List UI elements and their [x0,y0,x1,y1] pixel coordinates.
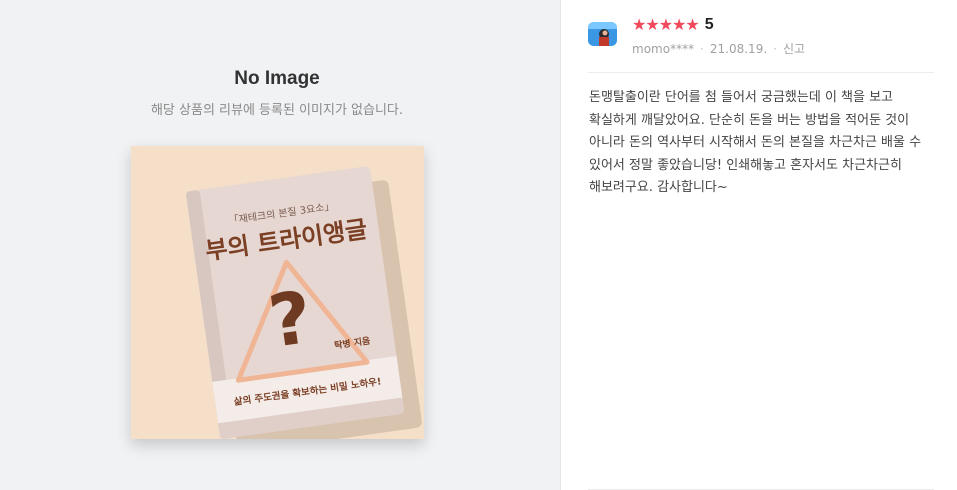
star-icon: ★ [685,15,699,34]
avatar-image [588,22,617,46]
separator-dot: · [773,41,777,56]
avatar[interactable] [588,22,617,46]
rating-value: 5 [704,16,714,33]
no-image-subtitle: 해당 상품의 리뷰에 등록된 이미지가 없습니다. [150,103,404,118]
review-author: momo**** [632,41,695,56]
star-icon: ★ [658,15,673,34]
review-text: 돈맹탈출이란 단어를 첨 들어서 궁금했는데 이 책을 보고 확실하게 깨달았어… [589,90,922,195]
product-image: 「재테크의 본질 3요소」 부의 트라이앵글 ? 탁병 지음 삶의 주도권을 확… [131,146,424,439]
star-icon: ★ [645,15,659,34]
review-media-panel: No Image 해당 상품의 리뷰에 등록된 이미지가 없습니다. 「재테크의… [0,0,561,490]
divider [588,72,934,73]
review-detail-panel: ★ ★ ★ ★ ★ 5 momo**** · 21.08.19. · 신고 돈맹… [561,0,957,490]
report-link[interactable]: 신고 [783,40,805,57]
review-date: 21.08.19. [709,41,768,56]
separator-dot: · [700,41,704,56]
review-meta: momo**** · 21.08.19. · 신고 [632,40,805,57]
rating-stars: ★ ★ ★ ★ ★ 5 [632,16,714,34]
review-viewer: No Image 해당 상품의 리뷰에 등록된 이미지가 없습니다. 「재테크의… [0,0,957,490]
no-image-title: No Image [234,68,320,89]
book-cover-illustration: 「재테크의 본질 3요소」 부의 트라이앵글 ? 탁병 지음 삶의 주도권을 확… [186,166,422,439]
star-icon: ★ [632,15,646,34]
star-icon: ★ [672,15,686,34]
